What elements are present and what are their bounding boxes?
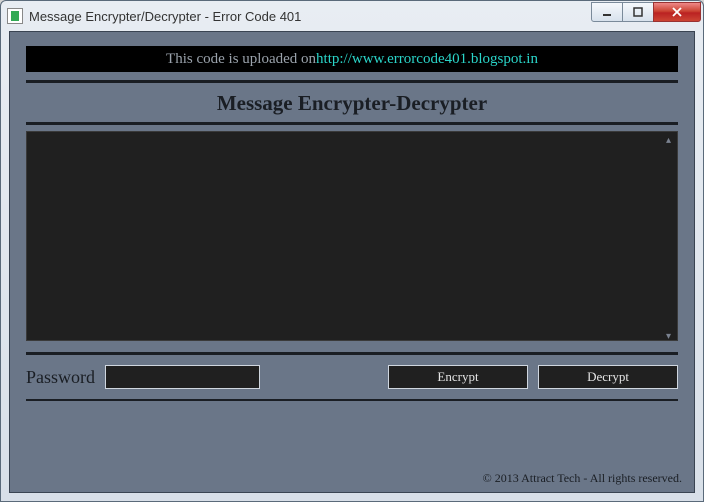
banner-text: This code is uploaded on [166, 51, 316, 68]
divider [26, 122, 678, 125]
message-input[interactable] [26, 131, 678, 341]
message-area-wrap: ▴ ▾ [26, 131, 678, 346]
controls-row: Password Encrypt Decrypt [26, 365, 678, 389]
window-controls [592, 2, 701, 22]
close-button[interactable] [653, 2, 701, 22]
titlebar[interactable]: Message Encrypter/Decrypter - Error Code… [1, 1, 703, 31]
app-window: Message Encrypter/Decrypter - Error Code… [0, 0, 704, 502]
maximize-button[interactable] [622, 2, 654, 22]
decrypt-button[interactable]: Decrypt [538, 365, 678, 389]
password-input[interactable] [105, 365, 260, 389]
divider [26, 80, 678, 83]
divider [26, 399, 678, 401]
page-title: Message Encrypter-Decrypter [10, 91, 694, 116]
password-label: Password [26, 367, 95, 388]
client-area: This code is uploaded on http://www.erro… [9, 31, 695, 493]
scroll-up-icon[interactable]: ▴ [661, 133, 676, 148]
copyright-text: © 2013 Attract Tech - All rights reserve… [483, 471, 682, 486]
app-icon [7, 8, 23, 24]
divider [26, 352, 678, 355]
encrypt-button[interactable]: Encrypt [388, 365, 528, 389]
banner: This code is uploaded on http://www.erro… [26, 46, 678, 72]
scroll-down-icon[interactable]: ▾ [661, 329, 676, 344]
minimize-button[interactable] [591, 2, 623, 22]
banner-link[interactable]: http://www.errorcode401.blogspot.in [316, 51, 538, 68]
